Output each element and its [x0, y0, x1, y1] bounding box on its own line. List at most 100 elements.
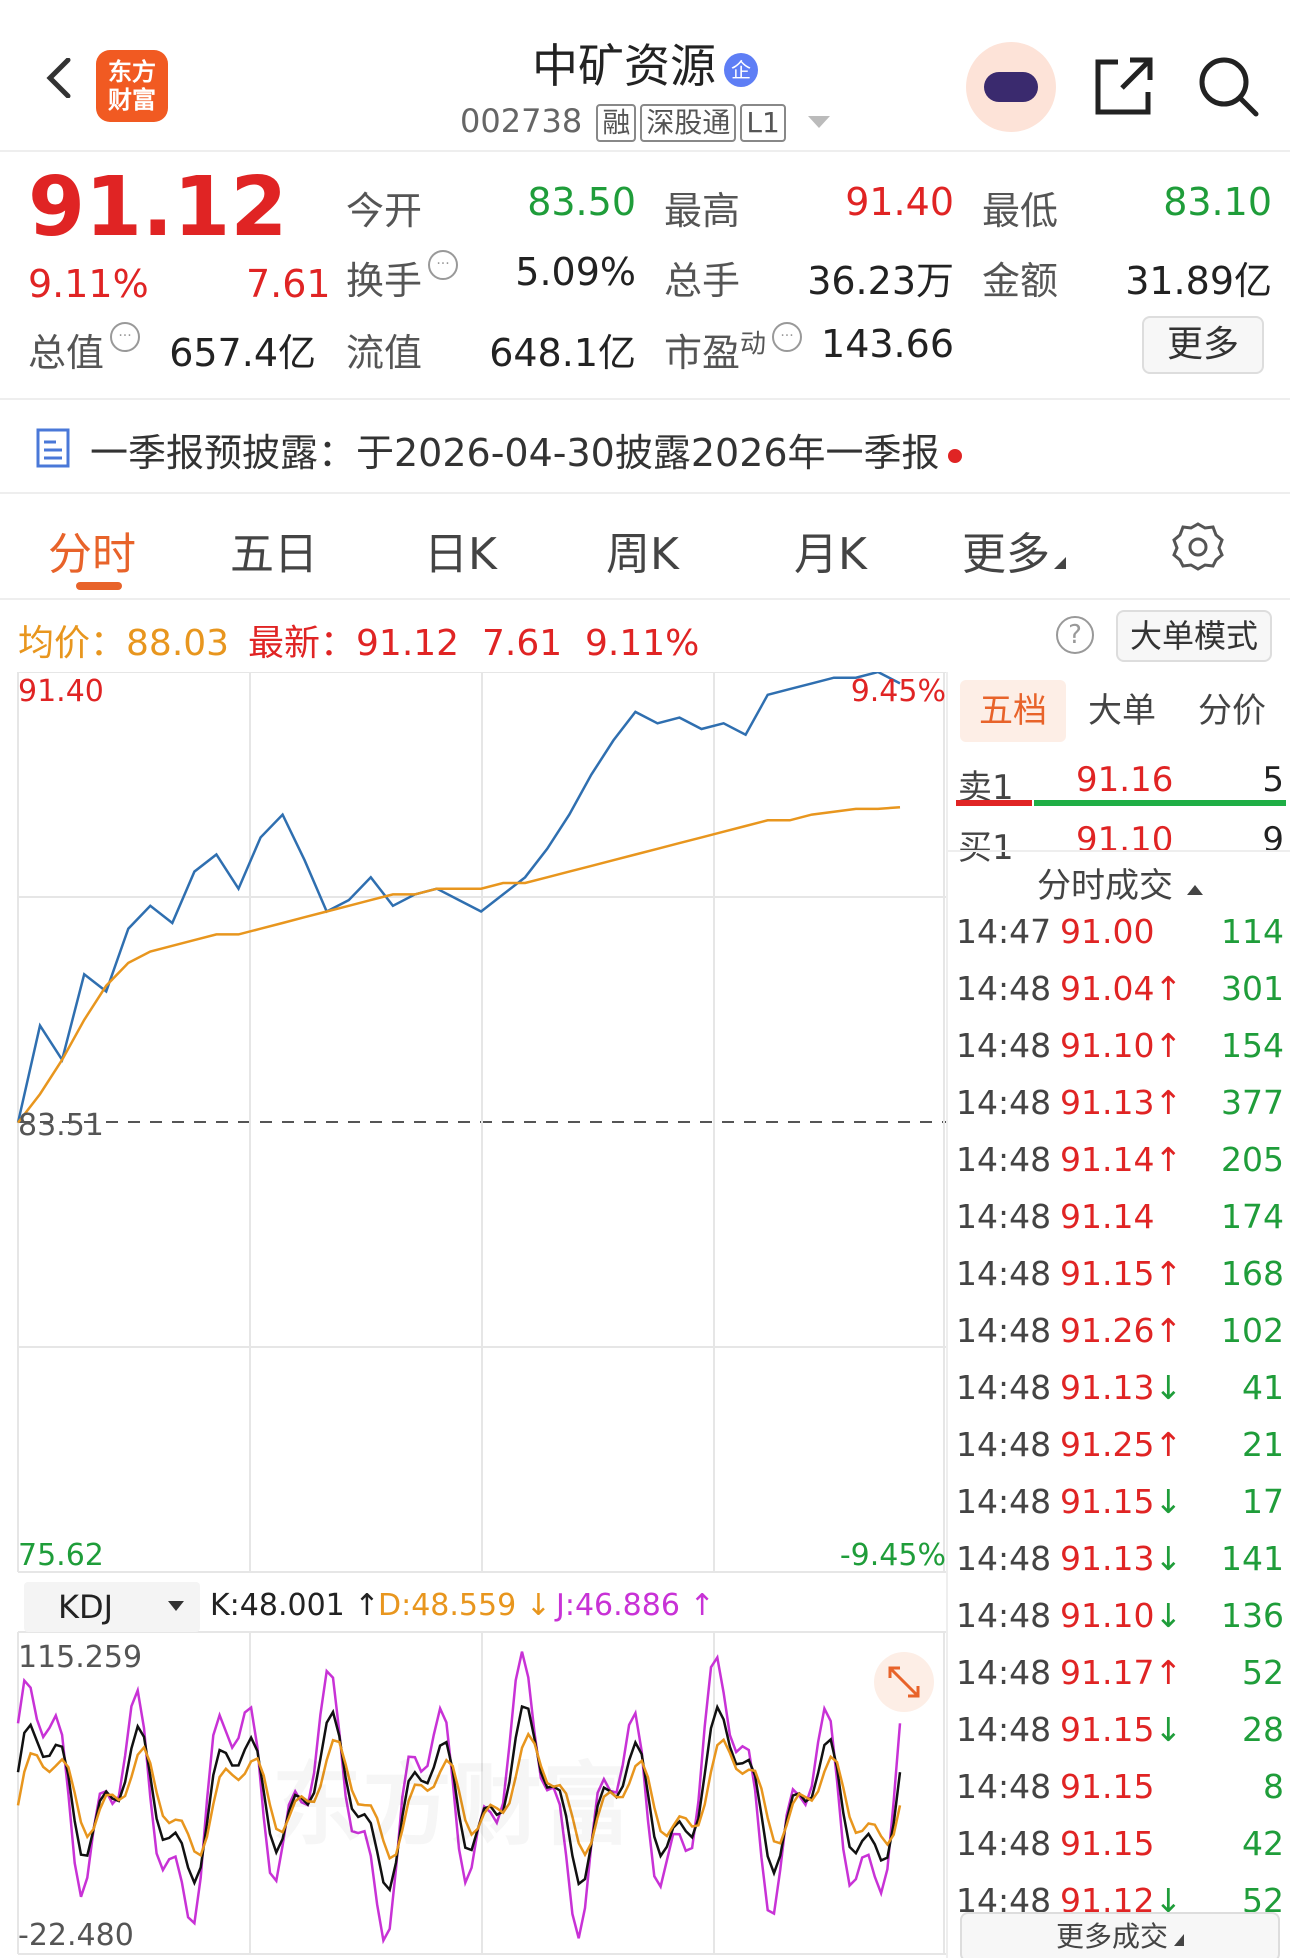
- info-icon[interactable]: ···: [428, 250, 459, 280]
- corner-triangle-icon: [1174, 1934, 1184, 1946]
- tag-margin[interactable]: 融: [596, 104, 637, 142]
- tab-more[interactable]: 更多: [962, 518, 1066, 582]
- trade-time: 14:48: [956, 1653, 1052, 1692]
- earnings-notice-bar[interactable]: 一季报预披露：于2026-04-30披露2026年一季报: [0, 398, 1290, 494]
- trade-volume: 174: [1221, 1197, 1284, 1236]
- bid-ask-ratio-bar: [956, 800, 1286, 806]
- pe-dynamic-sup: 动: [740, 329, 767, 360]
- sell1-price: 91.16: [1076, 760, 1174, 800]
- trade-price: 91.04↑: [1060, 969, 1183, 1008]
- tab-daily-k[interactable]: 日K: [424, 518, 497, 582]
- trade-row: 14:48 91.15 8: [948, 1761, 1290, 1817]
- kdj-d-value: D:48.559 ↓: [378, 1588, 551, 1623]
- info-icon[interactable]: ···: [110, 322, 141, 352]
- trade-time: 14:48: [956, 1368, 1052, 1407]
- trade-volume: 114: [1221, 912, 1284, 951]
- gear-icon[interactable]: [1172, 520, 1224, 572]
- float-cap-label: 流值: [346, 331, 423, 375]
- tab-big-orders[interactable]: 大单: [1072, 680, 1172, 742]
- sort-up-caret-icon: [1187, 885, 1203, 895]
- trade-time: 14:48: [956, 1254, 1052, 1293]
- robot-assistant-avatar[interactable]: [966, 42, 1056, 132]
- trade-row: 14:48 91.14 174: [948, 1191, 1290, 1247]
- amount-label: 金额: [982, 259, 1059, 303]
- trade-price: 91.15: [1060, 1824, 1155, 1863]
- axis-top-pct: 9.45%: [850, 674, 946, 709]
- axis-mid-price: 83.51: [18, 1108, 104, 1143]
- trade-price: 91.10↑: [1060, 1026, 1183, 1065]
- latest-price-label: 最新：: [248, 623, 357, 664]
- trade-up-arrow: ↑: [1154, 1026, 1183, 1065]
- turnover-value: 5.09%: [515, 250, 636, 294]
- trade-down-arrow: ↓: [1154, 1539, 1183, 1578]
- tab-price-dist[interactable]: 分价: [1180, 680, 1284, 742]
- volume-value: 36.23万: [807, 259, 954, 303]
- trade-up-arrow: ↑: [1154, 1140, 1183, 1179]
- trade-up-arrow: ↑: [1154, 1653, 1183, 1692]
- trade-row: 14:48 91.15↑ 168: [948, 1248, 1290, 1304]
- trade-row: 14:48 91.13↑ 377: [948, 1077, 1290, 1133]
- share-icon[interactable]: [1092, 54, 1156, 118]
- tab-intraday[interactable]: 分时: [48, 518, 136, 582]
- trade-volume: 41: [1242, 1368, 1284, 1407]
- axis-bottom-price: 75.62: [18, 1538, 104, 1573]
- expand-icon: [888, 1666, 920, 1698]
- trade-time: 14:48: [956, 1482, 1052, 1521]
- trade-time: 14:48: [956, 1197, 1052, 1236]
- tab-five-day[interactable]: 五日: [230, 518, 318, 582]
- trade-price: 91.26↑: [1060, 1311, 1183, 1350]
- notice-text: 一季报预披露：于2026-04-30披露2026年一季报: [90, 422, 962, 477]
- current-price: 91.12: [28, 160, 288, 255]
- trade-time: 14:48: [956, 1083, 1052, 1122]
- big-order-mode-button[interactable]: 大单模式: [1116, 610, 1272, 662]
- trade-volume: 168: [1221, 1254, 1284, 1293]
- tab-five-levels[interactable]: 五档: [960, 680, 1066, 742]
- divider: [948, 850, 1290, 852]
- high-label: 最高: [664, 189, 741, 233]
- intraday-chart[interactable]: 东方财富 91.40 9.45% 83.51 75.62 -9.45% KDJ …: [0, 670, 946, 1958]
- trade-row: 14:48 91.10↓ 136: [948, 1590, 1290, 1646]
- trade-down-arrow: ↓: [1154, 1482, 1183, 1521]
- trade-volume: 377: [1221, 1083, 1284, 1122]
- indicator-select[interactable]: KDJ: [24, 1582, 200, 1632]
- kdj-j-value: J:46.886 ↑: [556, 1588, 715, 1623]
- trade-time: 14:48: [956, 1596, 1052, 1635]
- tag-connect[interactable]: 深股通: [640, 104, 737, 142]
- tab-monthly-k[interactable]: 月K: [794, 518, 867, 582]
- search-icon[interactable]: [1196, 54, 1260, 118]
- more-trades-label: 更多成交: [1055, 1920, 1168, 1953]
- help-icon[interactable]: ?: [1056, 616, 1094, 654]
- pe-value: 143.66: [821, 322, 954, 366]
- trade-row: 14:48 91.15↓ 28: [948, 1704, 1290, 1760]
- more-trades-button[interactable]: 更多成交: [960, 1912, 1280, 1958]
- turnover-label-text: 换手: [346, 259, 423, 303]
- dropdown-caret-icon[interactable]: [807, 116, 830, 130]
- trade-row: 14:48 91.15 42: [948, 1818, 1290, 1874]
- trade-price: 91.14: [1060, 1197, 1155, 1236]
- kdj-min-label: -22.480: [18, 1918, 134, 1953]
- trade-volume: 301: [1221, 969, 1284, 1008]
- more-quote-button[interactable]: 更多: [1142, 316, 1264, 374]
- tag-level[interactable]: L1: [740, 104, 786, 142]
- trade-up-arrow: ↑: [1154, 1254, 1183, 1293]
- trade-row: 14:47 91.00 114: [948, 906, 1290, 962]
- trade-row: 14:48 91.17↑ 52: [948, 1647, 1290, 1703]
- trade-price: 91.00: [1060, 912, 1155, 951]
- trade-row: 14:48 91.10↑ 154: [948, 1020, 1290, 1076]
- info-icon[interactable]: ···: [772, 322, 803, 352]
- expand-chart-button[interactable]: [874, 1652, 934, 1712]
- trade-row: 14:48 91.25↑ 21: [948, 1419, 1290, 1475]
- notice-text-content: 一季报预披露：于2026-04-30披露2026年一季报: [90, 431, 940, 475]
- pe-label-text: 市盈: [664, 331, 741, 375]
- app-header: 东方 财富 中矿资源企 002738 融深股通 L1: [0, 0, 1290, 152]
- trade-row: 14:48 91.13↓ 141: [948, 1533, 1290, 1589]
- trade-volume: 141: [1221, 1539, 1284, 1578]
- active-tab-indicator: [76, 582, 122, 590]
- latest-price-value: 91.12: [356, 623, 460, 664]
- sell1-volume: 5: [1262, 760, 1284, 800]
- trades-header[interactable]: 分时成交: [948, 858, 1290, 907]
- avg-price-value: 88.03: [126, 623, 230, 664]
- tab-weekly-k[interactable]: 周K: [606, 518, 679, 582]
- trade-price: 91.13↓: [1060, 1368, 1183, 1407]
- trade-price: 91.15↓: [1060, 1482, 1183, 1521]
